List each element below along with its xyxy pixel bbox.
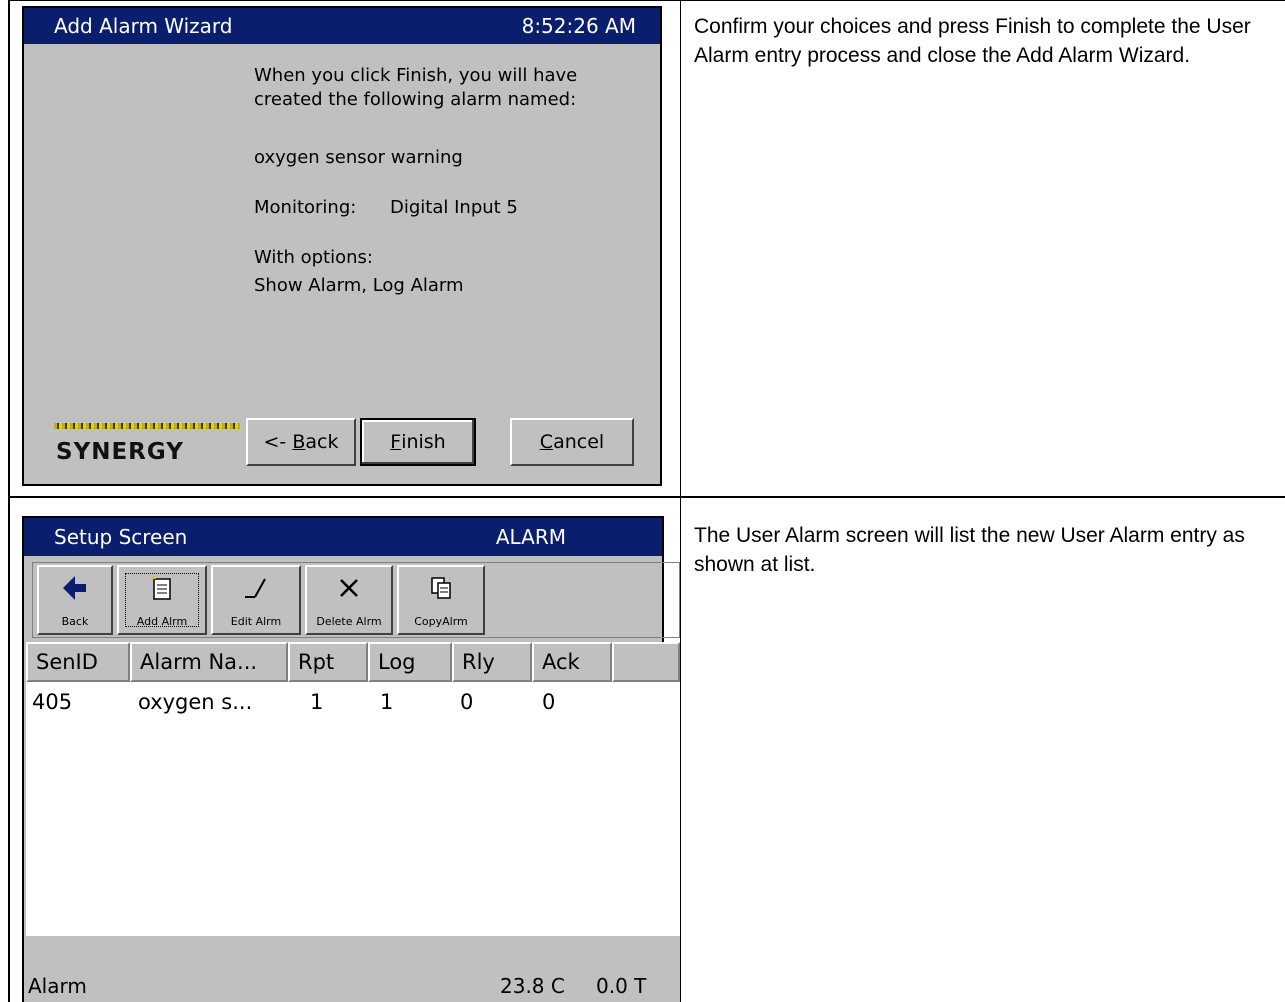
column-header-ack[interactable]: Ack	[532, 642, 612, 682]
cell-log: 1	[380, 690, 394, 714]
logo-stripe-graphic	[54, 423, 240, 429]
finish-button-mnemonic: F	[390, 431, 402, 453]
alarm-list[interactable]: 405 oxygen s... 1 1 0 0	[26, 682, 680, 936]
x-delete-icon	[307, 573, 391, 610]
back-button-label: ack	[305, 431, 339, 453]
cell-rly: 0	[460, 690, 474, 714]
column-header-rpt[interactable]: Rpt	[288, 642, 368, 682]
cancel-button-mnemonic: C	[539, 431, 554, 453]
cell-senid: 405	[32, 690, 73, 714]
wizard-clock: 8:52:26 AM	[521, 14, 636, 38]
synergy-logo: SYNERGY	[46, 413, 256, 473]
back-button[interactable]: <- Back	[246, 418, 356, 466]
copy-icon	[399, 573, 483, 610]
alarm-list-header: SenID Alarm Na... Rpt Log Rly Ack	[26, 642, 680, 682]
toolbar-edit-alarm-button[interactable]: Edit Alrm	[211, 565, 301, 635]
toolbar-copy-alarm-label: CopyAlrm	[414, 615, 468, 628]
toolbar-delete-alarm-button[interactable]: Delete Alrm	[305, 565, 393, 635]
wizard-monitoring-label: Monitoring:	[254, 197, 357, 218]
add-alarm-icon	[119, 573, 205, 610]
cancel-button-label: ancel	[553, 431, 605, 453]
add-alarm-wizard-window: Add Alarm Wizard 8:52:26 AM When you cli…	[22, 6, 662, 486]
wizard-alarm-name: oxygen sensor warning	[254, 147, 463, 168]
setup-mode: ALARM	[495, 525, 566, 549]
status-mode-label: Alarm	[28, 974, 87, 998]
toolbar-add-alarm-label: Add Alrm	[136, 615, 188, 628]
wizard-monitoring-value: Digital Input 5	[390, 197, 518, 218]
toolbar-delete-alarm-label: Delete Alrm	[316, 615, 382, 628]
logo-wordmark: SYNERGY	[56, 439, 184, 465]
toolbar-back-button[interactable]: Back	[37, 565, 113, 635]
back-button-prefix: <-	[263, 431, 293, 453]
pencil-icon	[213, 573, 299, 610]
status-bar: Alarm 23.8 C 0.0 T	[24, 936, 680, 1002]
back-arrow-icon	[39, 573, 111, 610]
cell-alarm-name: oxygen s...	[138, 690, 253, 714]
row1-description: Confirm your choices and press Finish to…	[694, 15, 1251, 67]
setup-screen-window: Setup Screen ALARM Back Add Alrm Edit Al…	[22, 516, 680, 1002]
wizard-options-label: With options:	[254, 247, 373, 268]
row2-description: The User Alarm screen will list the new …	[694, 524, 1245, 576]
table-border-top	[8, 0, 1285, 1]
column-header-senid[interactable]: SenID	[26, 642, 130, 682]
status-temperature: 23.8 C	[500, 974, 565, 998]
toolbar-edit-alarm-label: Edit Alrm	[230, 615, 282, 628]
wizard-title-bar: Add Alarm Wizard 8:52:26 AM	[24, 8, 660, 44]
setup-title-bar: Setup Screen ALARM	[24, 518, 662, 556]
column-header-rly[interactable]: Rly	[452, 642, 532, 682]
status-value: 0.0 T	[596, 974, 647, 998]
column-header-alarm-name[interactable]: Alarm Na...	[130, 642, 288, 682]
wizard-title: Add Alarm Wizard	[54, 14, 233, 38]
cell-rpt: 1	[310, 690, 324, 714]
cell-ack: 0	[542, 690, 556, 714]
back-button-mnemonic: B	[292, 431, 306, 453]
cancel-button[interactable]: Cancel	[510, 418, 634, 466]
setup-title: Setup Screen	[54, 525, 188, 549]
table-column-divider	[680, 0, 681, 1002]
column-header-log[interactable]: Log	[368, 642, 452, 682]
setup-toolbar: Back Add Alrm Edit Alrm Delete Alrm Copy…	[32, 562, 680, 638]
wizard-intro-line2: created the following alarm named:	[254, 89, 577, 110]
table-border-left	[8, 0, 10, 1002]
finish-button-label: inish	[401, 431, 446, 453]
finish-button[interactable]: Finish	[360, 418, 476, 466]
wizard-intro-line1: When you click Finish, you will have	[254, 65, 578, 86]
toolbar-back-label: Back	[61, 615, 89, 628]
table-row[interactable]: 405 oxygen s... 1 1 0 0	[26, 682, 680, 722]
column-header-empty	[612, 642, 680, 682]
table-row-divider	[8, 496, 1285, 498]
toolbar-add-alarm-button[interactable]: Add Alrm	[117, 565, 207, 635]
toolbar-copy-alarm-button[interactable]: CopyAlrm	[397, 565, 485, 635]
wizard-options-value: Show Alarm, Log Alarm	[254, 275, 464, 296]
